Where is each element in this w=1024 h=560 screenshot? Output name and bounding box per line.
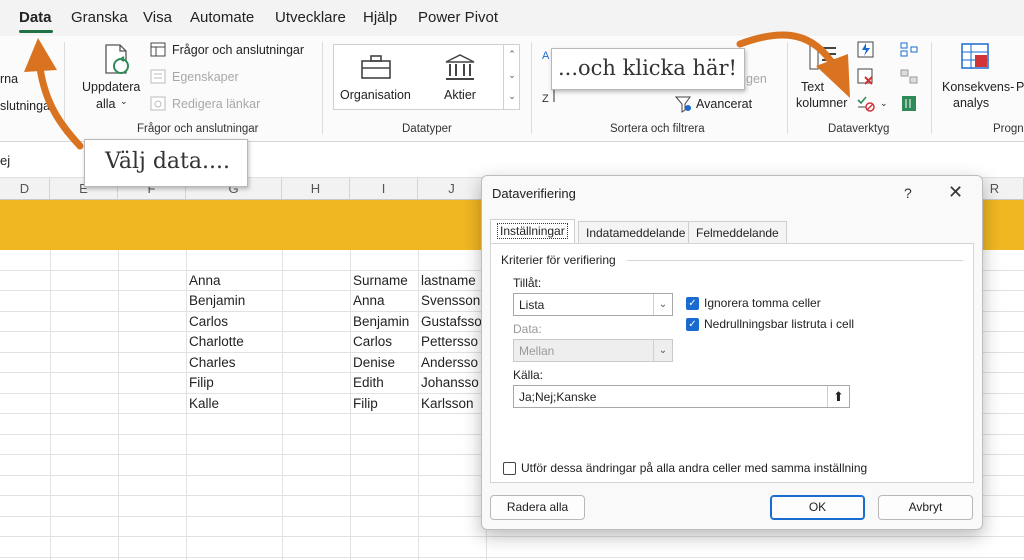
allow-select[interactable]: Lista ⌄ xyxy=(513,293,673,316)
callout-select-data: Välj data.... xyxy=(84,139,248,187)
range-select-icon[interactable]: ⬆ xyxy=(827,386,849,407)
data-operator-value: Mellan xyxy=(519,344,555,358)
tab-settings[interactable]: Inställningar xyxy=(490,219,575,244)
incell-dropdown-label: Nedrullningsbar listruta i cell xyxy=(704,317,855,331)
settings-panel: Kriterier för verifiering Tillåt: Lista … xyxy=(490,243,974,483)
arrow-head-icon xyxy=(816,54,850,98)
dialog-title: Dataverifiering xyxy=(492,186,576,201)
data-label: Data: xyxy=(513,322,542,336)
data-operator-select[interactable]: Mellan ⌄ xyxy=(513,339,673,362)
apply-all-checkbox[interactable] xyxy=(503,462,516,475)
allow-label: Tillåt: xyxy=(513,276,542,290)
ignore-blank-checkbox[interactable]: ✓ xyxy=(686,297,699,310)
close-icon[interactable]: ✕ xyxy=(948,182,963,203)
incell-dropdown-checkbox[interactable]: ✓ xyxy=(686,318,699,331)
chevron-down-icon: ⌄ xyxy=(653,340,672,361)
allow-select-value: Lista xyxy=(519,298,545,312)
source-label: Källa: xyxy=(513,368,544,382)
help-icon[interactable]: ? xyxy=(904,185,912,201)
divider xyxy=(627,260,963,261)
criteria-heading: Kriterier för verifiering xyxy=(501,253,616,267)
arrow-head-icon xyxy=(24,38,57,72)
apply-all-label: Utför dessa ändringar på alla andra cell… xyxy=(521,461,868,475)
arrow-to-validation xyxy=(736,31,834,64)
source-input[interactable]: Ja;Nej;Kanske ⬆ xyxy=(513,385,850,408)
ok-button[interactable]: OK xyxy=(770,495,865,520)
clear-all-button[interactable]: Radera alla xyxy=(490,495,585,520)
tab-error-alert[interactable]: Felmeddelande xyxy=(688,221,787,243)
cancel-button[interactable]: Avbryt xyxy=(878,495,973,520)
arrow-to-data-tab xyxy=(36,64,84,150)
data-validation-dialog: Dataverifiering ? ✕ Inställningar Indata… xyxy=(481,175,983,530)
tab-input-message[interactable]: Indatameddelande xyxy=(578,221,694,243)
source-input-value: Ja;Nej;Kanske xyxy=(519,390,597,404)
tab-settings-label: Inställningar xyxy=(497,223,568,239)
ignore-blank-label: Ignorera tomma celler xyxy=(704,296,821,310)
chevron-down-icon: ⌄ xyxy=(653,294,672,315)
callout-click-here: ...och klicka här! xyxy=(551,48,745,90)
